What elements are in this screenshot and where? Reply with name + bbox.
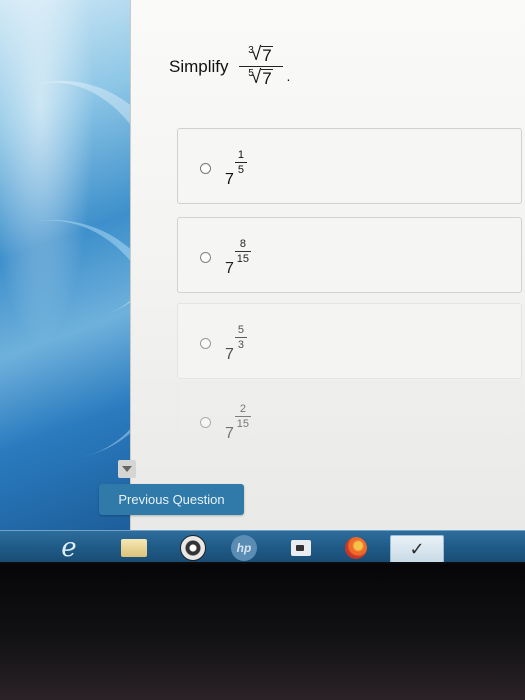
exponent-bar	[234, 251, 251, 252]
radical-sign-icon: √	[250, 44, 262, 65]
power-base: 7	[225, 260, 234, 277]
exponent-denominator: 3	[237, 339, 244, 351]
collapse-chevron-icon[interactable]	[118, 460, 136, 478]
fraction-denominator: 5 √ 7	[244, 67, 276, 89]
radicand: 7	[261, 46, 273, 65]
fraction-numerator: 3 √ 7	[244, 44, 276, 66]
folder-icon	[121, 539, 147, 557]
answer-option-1[interactable]: 7 1 5	[177, 128, 522, 204]
radio-button[interactable]	[200, 252, 211, 263]
answer-expression: 7 2 15	[225, 403, 251, 443]
radio-button[interactable]	[200, 338, 211, 349]
exponent-bar	[234, 416, 251, 417]
screen: Simplify 3 √ 7 5 √ 7 . 7 1 5 7 8 15 7 5 …	[0, 0, 525, 562]
power-exponent: 8 15	[234, 238, 251, 265]
answer-option-4[interactable]: 7 2 15	[177, 382, 522, 458]
hp-support-icon[interactable]: hp	[226, 535, 262, 561]
power-exponent: 2 15	[234, 403, 251, 430]
radical: √ 7	[250, 67, 273, 88]
answer-option-2[interactable]: 7 8 15	[177, 217, 522, 293]
answer-expression: 7 5 3	[225, 324, 247, 364]
power-base: 7	[225, 346, 234, 363]
exponent-denominator: 15	[236, 418, 250, 430]
answer-option-3[interactable]: 7 5 3	[177, 303, 522, 379]
power-base: 7	[225, 171, 234, 188]
answer-expression: 7 8 15	[225, 238, 251, 278]
radicand: 7	[261, 69, 273, 88]
radical-sign-icon: √	[250, 67, 262, 88]
exponent-denominator: 5	[237, 164, 244, 176]
radio-button[interactable]	[200, 163, 211, 174]
internet-explorer-icon[interactable]: e	[56, 535, 82, 561]
taskbar: e hp ✓	[0, 530, 525, 562]
question-terminator: .	[286, 67, 291, 84]
exponent-bar	[234, 337, 247, 338]
active-app-checkmark-icon[interactable]: ✓	[390, 535, 444, 562]
radical: √ 7	[250, 44, 273, 65]
exponent-denominator: 15	[236, 253, 250, 265]
exponent-numerator: 8	[239, 238, 246, 250]
exponent-numerator: 2	[239, 403, 246, 415]
exponent-bar	[234, 162, 247, 163]
file-explorer-icon[interactable]	[114, 535, 154, 561]
hp-logo-icon: hp	[231, 535, 257, 561]
firefox-icon[interactable]	[343, 535, 369, 561]
webcam-icon	[291, 540, 311, 556]
disc-icon	[180, 535, 206, 561]
desktop-wallpaper	[0, 0, 210, 530]
question-label: Simplify	[169, 56, 229, 76]
question-prompt: Simplify 3 √ 7 5 √ 7 .	[169, 44, 290, 89]
power-base: 7	[225, 425, 234, 442]
previous-question-button[interactable]: Previous Question	[99, 484, 244, 515]
media-player-icon[interactable]	[177, 535, 209, 561]
camera-app-icon[interactable]	[288, 535, 314, 561]
exponent-numerator: 5	[237, 324, 244, 336]
power-exponent: 1 5	[234, 149, 247, 176]
globe-icon	[345, 537, 367, 559]
exponent-numerator: 1	[237, 149, 244, 161]
radio-button[interactable]	[200, 417, 211, 428]
monitor-bezel	[0, 564, 525, 700]
answer-expression: 7 1 5	[225, 149, 247, 189]
quiz-panel: Simplify 3 √ 7 5 √ 7 . 7 1 5 7 8 15 7 5 …	[130, 0, 525, 530]
question-fraction: 3 √ 7 5 √ 7	[238, 44, 283, 89]
power-exponent: 5 3	[234, 324, 247, 351]
